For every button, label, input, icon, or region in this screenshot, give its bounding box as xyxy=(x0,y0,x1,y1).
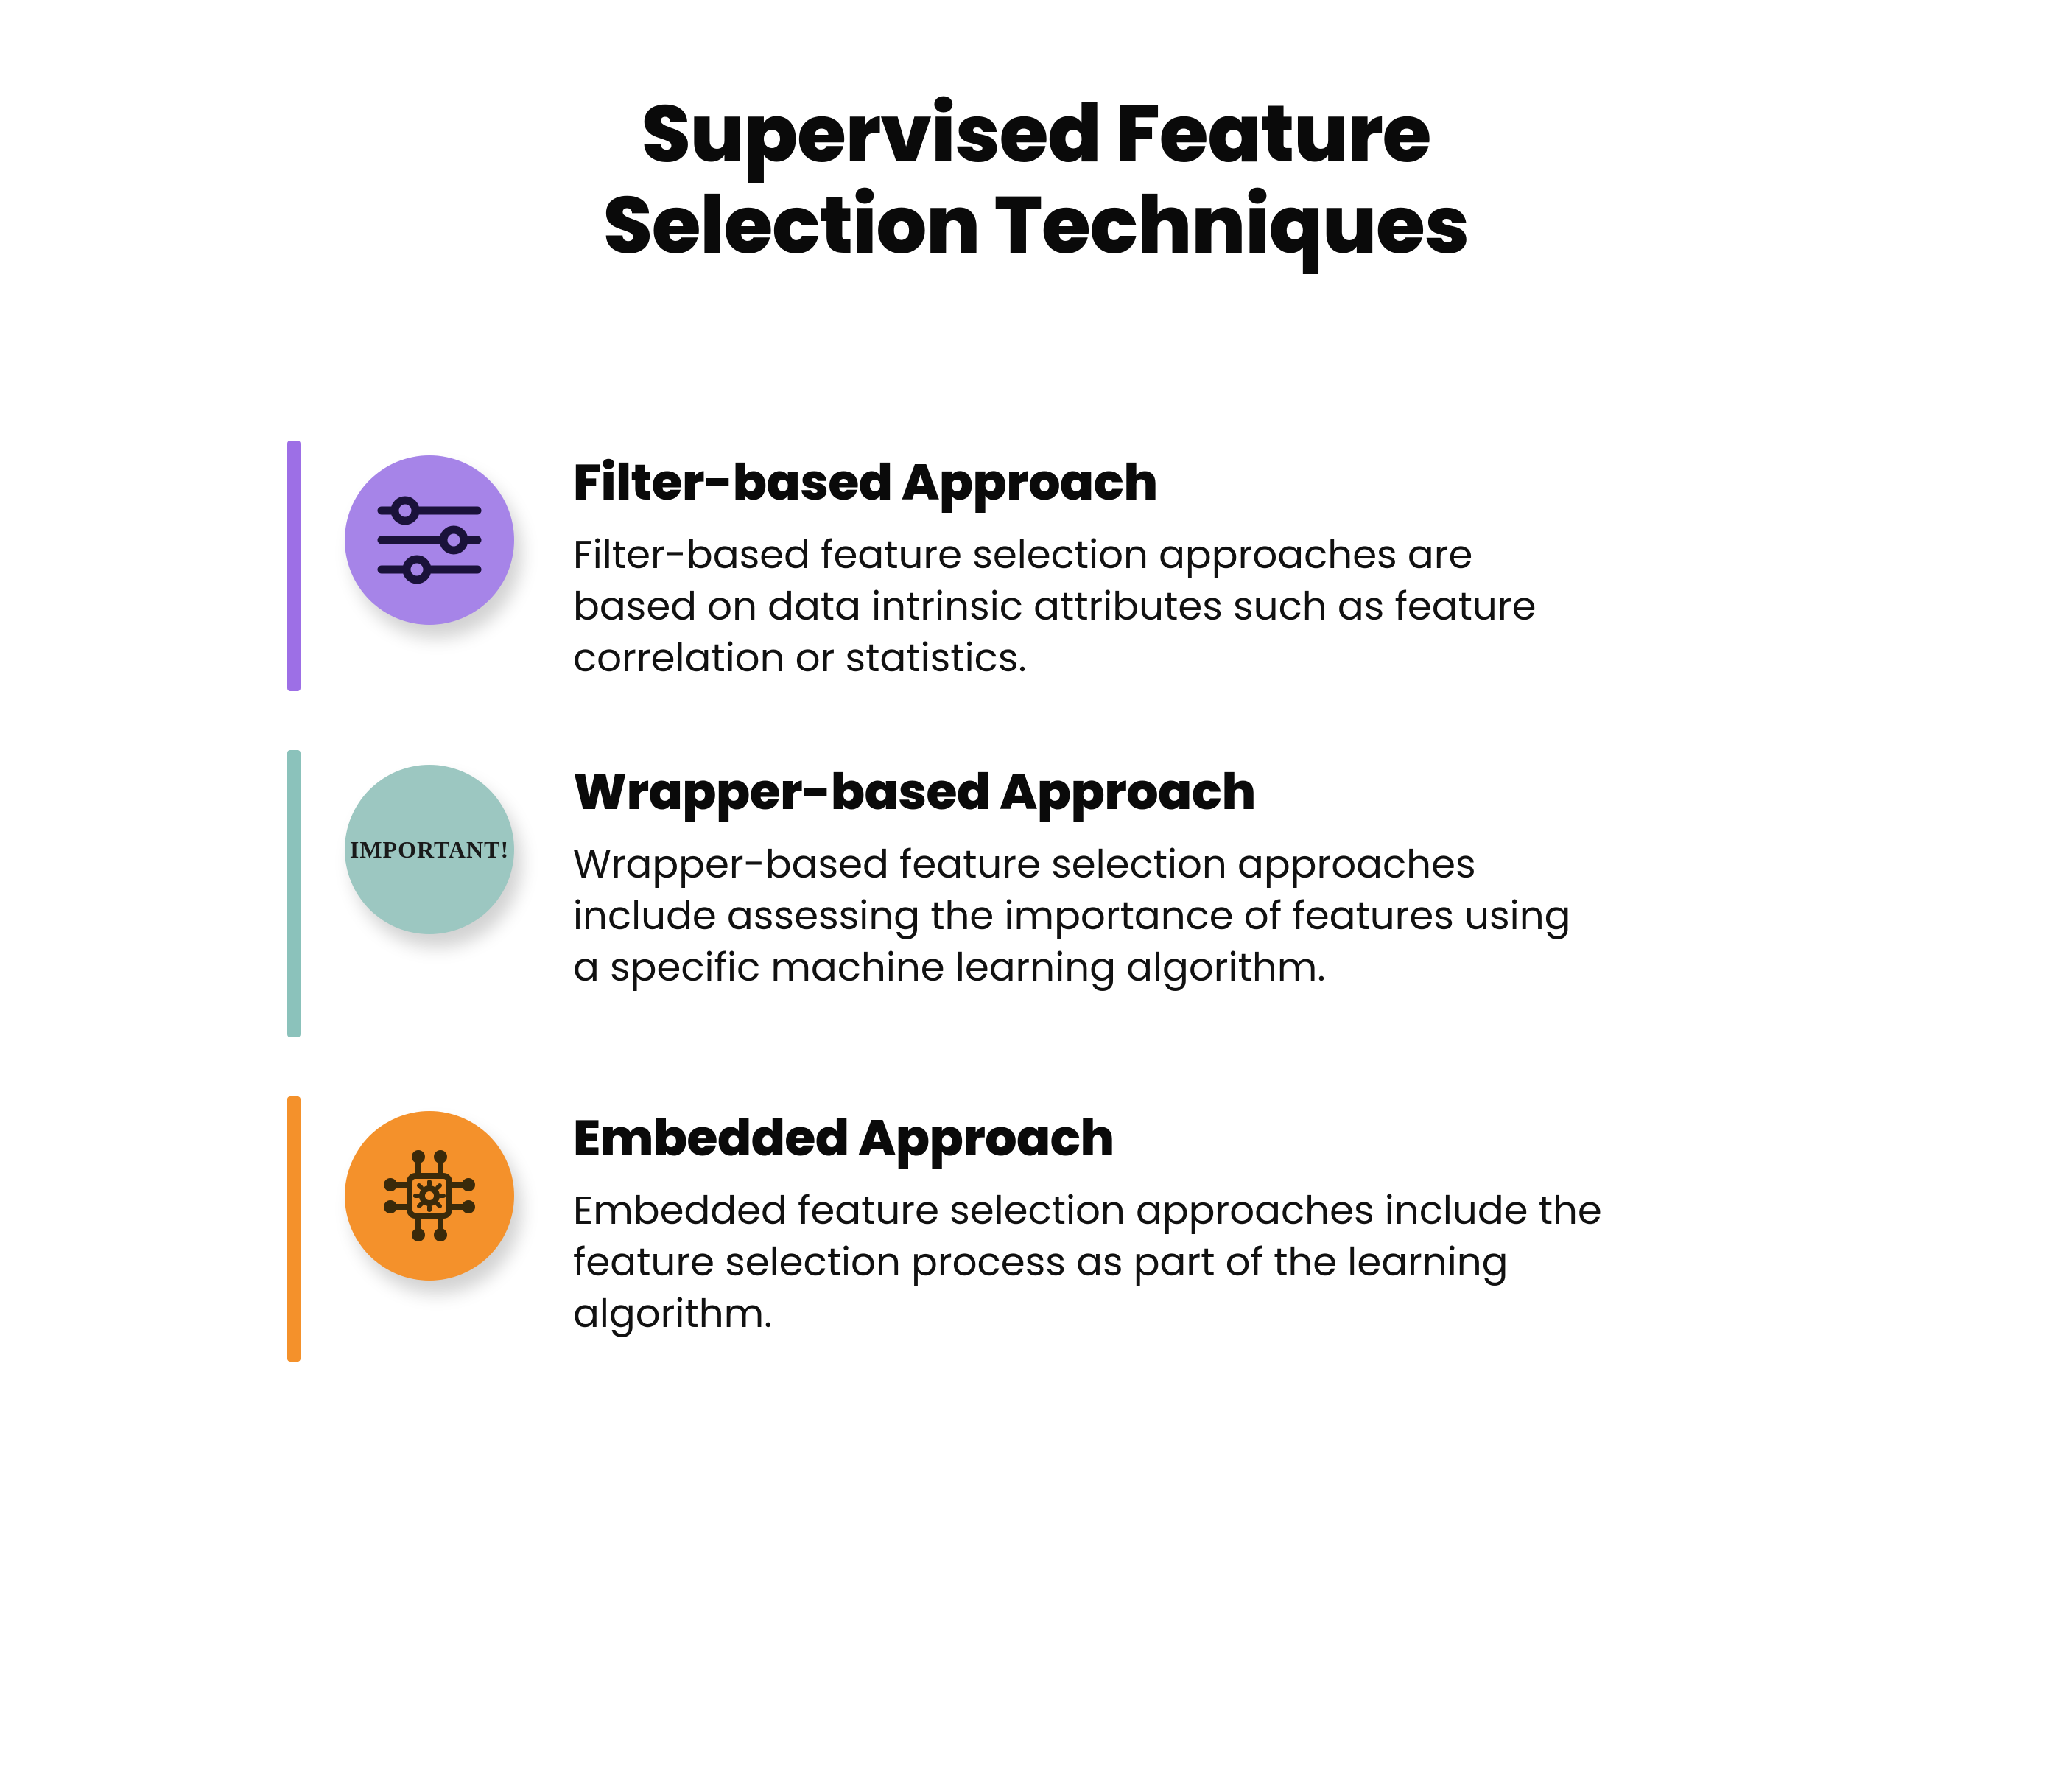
sliders-icon xyxy=(345,455,514,625)
page-title: Supervised Feature Selection Techniques xyxy=(0,88,2072,271)
technique-title: Embedded Approach xyxy=(573,1101,1687,1176)
technique-description: Wrapper-based feature selection approach… xyxy=(573,838,1604,993)
technique-item-embedded: Embedded Approach Embedded feature selec… xyxy=(287,1096,1687,1362)
important-stamp-icon: IMPORTANT! xyxy=(345,765,514,934)
technique-title: Wrapper-based Approach xyxy=(573,754,1687,830)
accent-bar xyxy=(287,441,301,691)
technique-description: Embedded feature selection approaches in… xyxy=(573,1185,1604,1339)
accent-bar xyxy=(287,750,301,1037)
technique-item-wrapper: IMPORTANT! Wrapper-based Approach Wrappe… xyxy=(287,750,1687,1037)
technique-description: Filter-based feature selection approache… xyxy=(573,529,1604,684)
important-label: IMPORTANT! xyxy=(350,836,509,864)
technique-text: Embedded Approach Embedded feature selec… xyxy=(573,1096,1687,1339)
chip-icon xyxy=(345,1111,514,1281)
techniques-list: Filter-based Approach Filter-based featu… xyxy=(287,441,1687,1362)
title-line-2: Selection Techniques xyxy=(603,169,1469,281)
technique-title: Filter-based Approach xyxy=(573,445,1687,520)
technique-text: Filter-based Approach Filter-based featu… xyxy=(573,441,1687,684)
technique-item-filter: Filter-based Approach Filter-based featu… xyxy=(287,441,1687,691)
accent-bar xyxy=(287,1096,301,1362)
technique-text: Wrapper-based Approach Wrapper-based fea… xyxy=(573,750,1687,993)
